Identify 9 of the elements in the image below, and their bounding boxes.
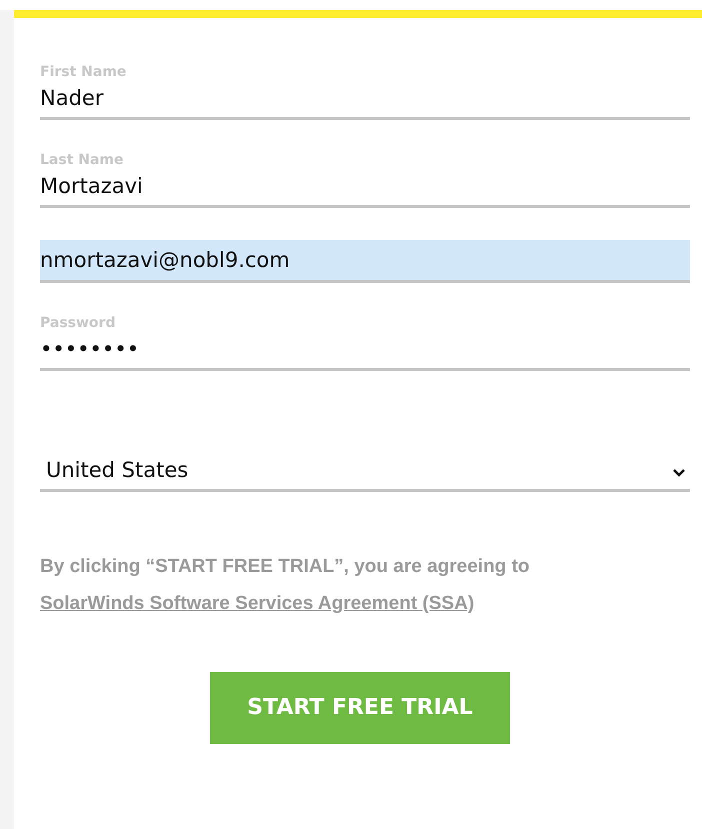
field-value: Mortazavi (40, 174, 143, 200)
field-value: •••••••• (40, 336, 140, 362)
field-value: nmortazavi@nobl9.com (40, 248, 290, 274)
input-field[interactable]: nmortazavi@nobl9.com (40, 240, 690, 283)
chevron-down-icon (672, 468, 686, 477)
field-value: United States (46, 458, 188, 483)
field-value: Nader (40, 86, 104, 112)
agreement-text: By clicking “START FREE TRIAL”, you are agreeing to SolarWinds Software Services Agreement (SSA) (40, 554, 531, 616)
country-select[interactable]: United States (40, 438, 690, 492)
